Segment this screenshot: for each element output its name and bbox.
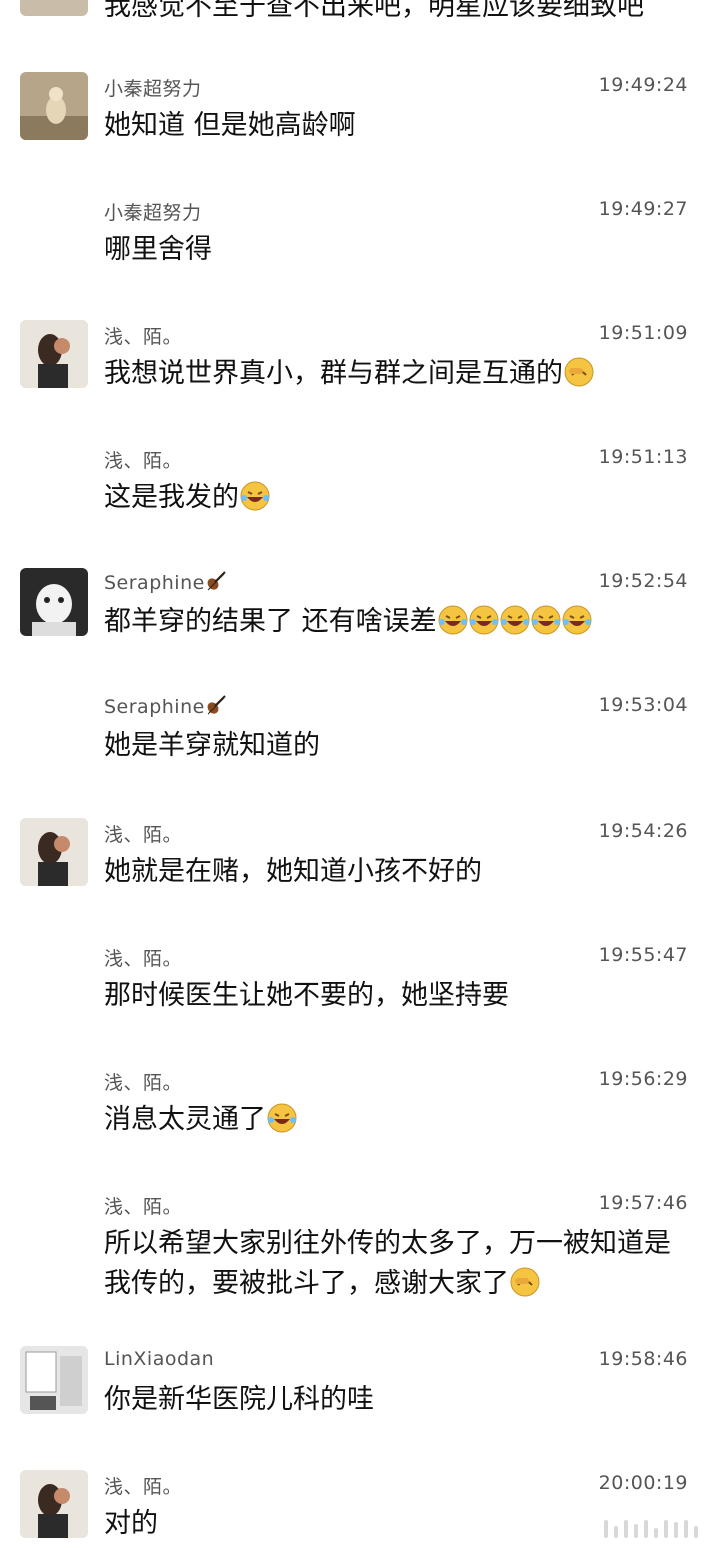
chat-history: 我感觉不至于查不出来吧，明星应该要细致吧 小秦超努力 19:49:24 她知道 … [0, 0, 716, 1554]
message-text: 消息太灵通了 [104, 1100, 684, 1140]
message-text: 她是羊穿就知道的 [104, 730, 320, 761]
message-text: 哪里舍得 [104, 234, 212, 265]
sender-name: 浅、陌。 [104, 1476, 183, 1498]
message-text: 我想说世界真小，群与群之间是互通的 [104, 354, 684, 394]
laughing-tears-emoji-icon [500, 605, 530, 635]
timestamp: 19:58:46 [598, 1348, 688, 1370]
avatar[interactable] [20, 568, 88, 636]
facepalm-emoji-icon [510, 1267, 540, 1297]
message-text: 都羊穿的结果了 还有啥误差 [104, 602, 684, 642]
sender-name: 浅、陌。 [104, 1196, 183, 1218]
timestamp: 19:53:04 [598, 694, 688, 716]
laughing-tears-emoji-icon [240, 481, 270, 511]
sender-name: 浅、陌。 [104, 948, 183, 970]
timestamp: 19:54:26 [598, 820, 688, 842]
timestamp: 19:51:13 [598, 446, 688, 468]
avatar[interactable] [20, 1346, 88, 1414]
sender-name: 浅、陌。 [104, 1072, 183, 1094]
laughing-tears-emoji-icon [531, 605, 561, 635]
timestamp: 19:51:09 [598, 322, 688, 344]
avatar[interactable] [20, 0, 88, 16]
sender-name: 浅、陌。 [104, 450, 183, 472]
sender-name: Seraphine [104, 694, 227, 718]
message-text: 她知道 但是她高龄啊 [104, 110, 356, 141]
violin-icon [207, 571, 226, 591]
sender-name: 浅、陌。 [104, 326, 183, 348]
sender-name: 浅、陌。 [104, 824, 183, 846]
message-text: 你是新华医院儿科的哇 [104, 1384, 374, 1415]
timestamp: 20:00:19 [598, 1472, 688, 1494]
sender-name: 小秦超努力 [104, 78, 202, 100]
laughing-tears-emoji-icon [469, 605, 499, 635]
avatar[interactable] [20, 1470, 88, 1538]
avatar[interactable] [20, 320, 88, 388]
message-text: 那时候医生让她不要的，她坚持要 [104, 980, 509, 1011]
message-text: 对的 [104, 1508, 158, 1539]
message-text: 这是我发的 [104, 478, 684, 518]
facepalm-emoji-icon [564, 357, 594, 387]
sender-name: Seraphine [104, 570, 227, 594]
sender-name: LinXiaodan [104, 1348, 215, 1370]
message-text: 所以希望大家别往外传的太多了，万一被知道是我传的，要被批斗了，感谢大家了 [104, 1228, 671, 1299]
watermark-bars [604, 1520, 698, 1538]
violin-icon [207, 695, 226, 715]
message-text: 她就是在赌，她知道小孩不好的 [104, 856, 482, 887]
laughing-tears-emoji-icon [267, 1103, 297, 1133]
timestamp: 19:52:54 [598, 570, 688, 592]
laughing-tears-emoji-icon [438, 605, 468, 635]
avatar[interactable] [20, 72, 88, 140]
timestamp: 19:56:29 [598, 1068, 688, 1090]
laughing-tears-emoji-icon [562, 605, 592, 635]
timestamp: 19:57:46 [598, 1192, 688, 1214]
message-text: 我感觉不至于查不出来吧，明星应该要细致吧 [104, 0, 644, 22]
timestamp: 19:49:24 [598, 74, 688, 96]
timestamp: 19:55:47 [598, 944, 688, 966]
avatar[interactable] [20, 818, 88, 886]
timestamp: 19:49:27 [598, 198, 688, 220]
sender-name: 小秦超努力 [104, 202, 202, 224]
